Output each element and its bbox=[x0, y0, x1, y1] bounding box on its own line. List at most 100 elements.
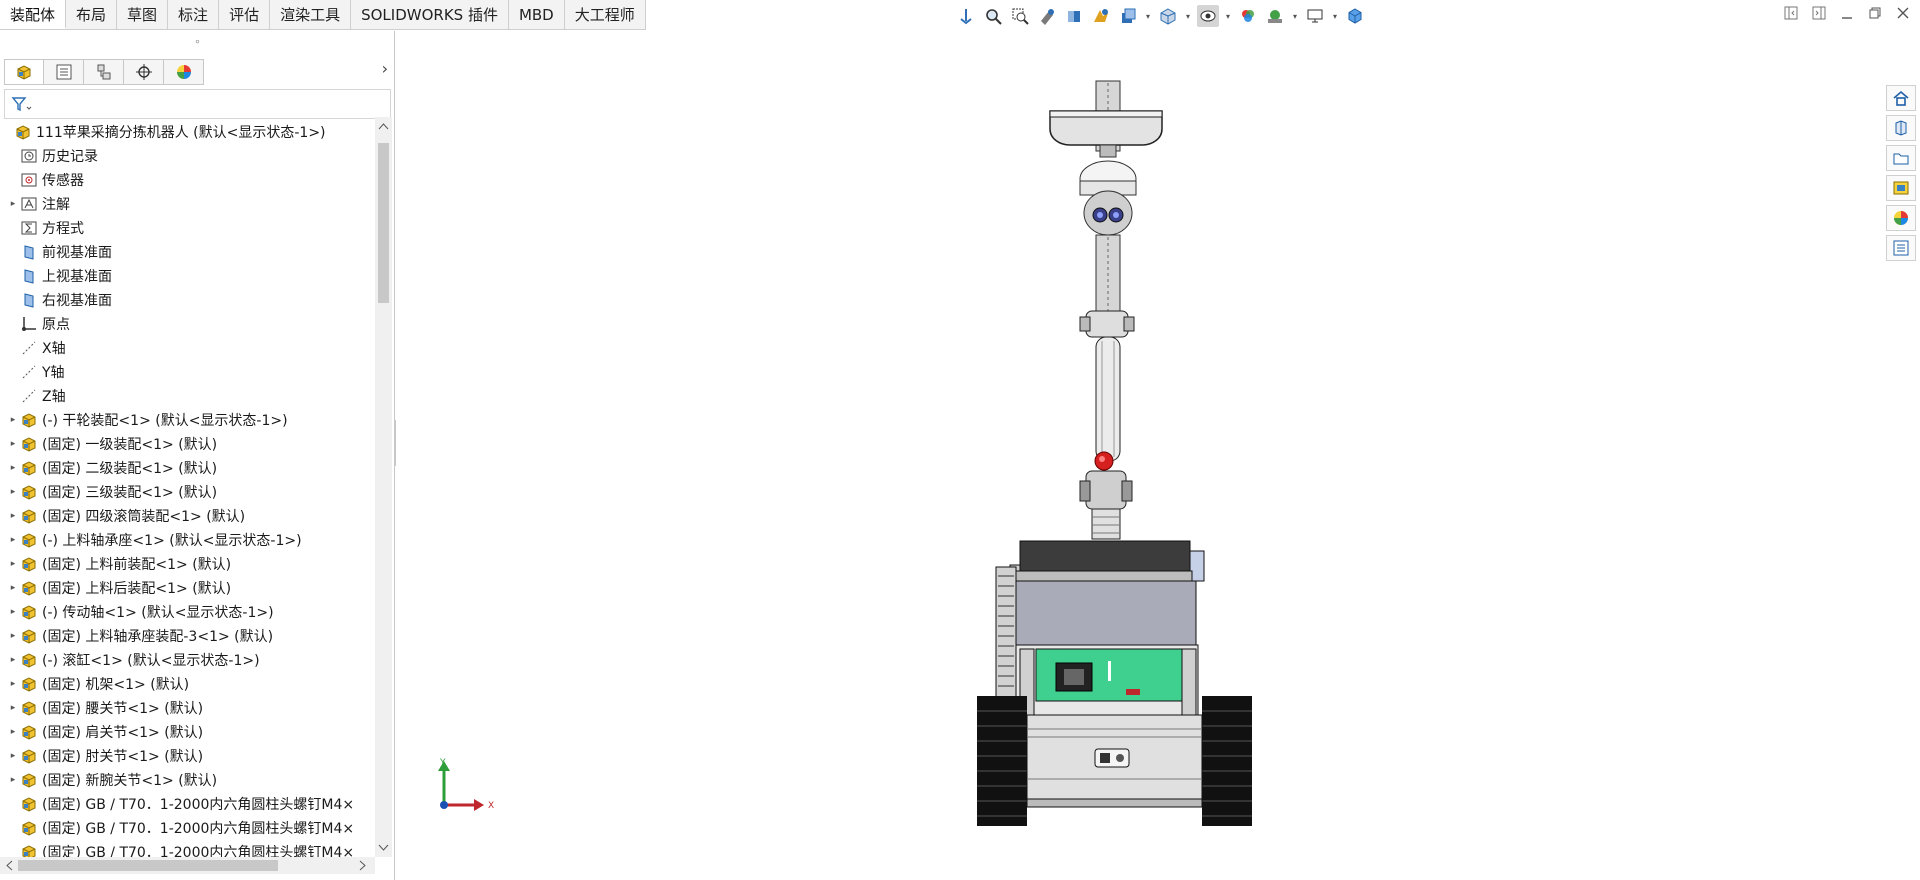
file-explorer-icon[interactable] bbox=[1886, 145, 1916, 171]
chevron-down-icon[interactable]: ▾ bbox=[1184, 12, 1192, 21]
expand-arrow-icon[interactable]: ▸ bbox=[6, 679, 20, 689]
chevron-right-icon[interactable]: › bbox=[382, 59, 388, 78]
tree-horizontal-scrollbar[interactable] bbox=[0, 857, 375, 874]
feature-tree-item[interactable]: ▸ (固定) 肩关节<1> (默认) bbox=[0, 720, 375, 744]
feature-tree-item[interactable]: ▸ (-) 干轮装配<1> (默认<显示状态-1>) bbox=[0, 408, 375, 432]
feature-tree-item[interactable]: ▸ (-) 滚缸<1> (默认<显示状态-1>) bbox=[0, 648, 375, 672]
previous-view-icon[interactable] bbox=[1036, 5, 1058, 27]
graphics-area[interactable]: Y X bbox=[396, 31, 1883, 880]
scrollbar-thumb[interactable] bbox=[18, 860, 278, 871]
feature-tree-item[interactable]: X轴 bbox=[0, 336, 375, 360]
feature-tree-item[interactable]: 111苹果采摘分拣机器人 (默认<显示状态-1>) bbox=[0, 120, 375, 144]
configuration-manager-tab[interactable] bbox=[84, 59, 124, 85]
chevron-down-icon[interactable]: ▾ bbox=[1224, 12, 1232, 21]
minimize-icon[interactable] bbox=[1840, 6, 1854, 20]
chevron-down-icon[interactable]: ▾ bbox=[1144, 12, 1152, 21]
view-orientation-dropdown-icon[interactable] bbox=[1117, 5, 1139, 27]
feature-tree-item[interactable]: ▸ (-) 上料轴承座<1> (默认<显示状态-1>) bbox=[0, 528, 375, 552]
ribbon-tab[interactable]: 标注 bbox=[168, 0, 220, 29]
chevron-down-icon[interactable]: ▾ bbox=[1291, 12, 1299, 21]
expand-arrow-icon[interactable]: ▸ bbox=[6, 727, 20, 737]
zoom-to-fit-icon[interactable] bbox=[982, 5, 1004, 27]
feature-tree-item[interactable]: ▸ (固定) 三级装配<1> (默认) bbox=[0, 480, 375, 504]
feature-tree-item[interactable]: ▸ (固定) 腰关节<1> (默认) bbox=[0, 696, 375, 720]
expand-arrow-icon[interactable]: ▸ bbox=[6, 703, 20, 713]
tree-vertical-scrollbar[interactable] bbox=[375, 117, 392, 857]
expand-arrow-icon[interactable]: ▸ bbox=[6, 583, 20, 593]
scroll-left-icon[interactable] bbox=[4, 860, 14, 871]
ribbon-tab[interactable]: 装配体 bbox=[0, 0, 67, 29]
display-style-icon[interactable] bbox=[1157, 5, 1179, 27]
feature-tree-item[interactable]: 原点 bbox=[0, 312, 375, 336]
ribbon-tab[interactable]: 评估 bbox=[219, 0, 271, 29]
dock-right-icon[interactable] bbox=[1812, 6, 1826, 20]
ribbon-tab[interactable]: 渲染工具 bbox=[270, 0, 352, 29]
feature-tree-item[interactable]: ▸ 注解 bbox=[0, 192, 375, 216]
home-icon[interactable] bbox=[1886, 85, 1916, 111]
expand-arrow-icon[interactable]: ▸ bbox=[6, 775, 20, 785]
view-settings-icon[interactable] bbox=[1304, 5, 1326, 27]
section-view-icon[interactable] bbox=[1063, 5, 1085, 27]
dynamic-annotation-icon[interactable] bbox=[1090, 5, 1112, 27]
expand-arrow-icon[interactable]: ▸ bbox=[6, 655, 20, 665]
zoom-area-icon[interactable] bbox=[1009, 5, 1031, 27]
feature-tree-item[interactable]: ▸ (固定) 一级装配<1> (默认) bbox=[0, 432, 375, 456]
close-icon[interactable] bbox=[1896, 6, 1910, 20]
feature-tree-item[interactable]: ▸ (固定) 上料后装配<1> (默认) bbox=[0, 576, 375, 600]
ribbon-tab[interactable]: 布局 bbox=[66, 0, 118, 29]
feature-tree-item[interactable]: 前视基准面 bbox=[0, 240, 375, 264]
expand-arrow-icon[interactable]: ▸ bbox=[6, 487, 20, 497]
chevron-down-icon[interactable]: ▾ bbox=[1331, 12, 1339, 21]
apply-scene-icon[interactable] bbox=[1264, 5, 1286, 27]
restore-icon[interactable] bbox=[1868, 6, 1882, 20]
feature-tree-item[interactable]: Y轴 bbox=[0, 360, 375, 384]
feature-tree-item[interactable]: ▸ (固定) 上料轴承座装配-3<1> (默认) bbox=[0, 624, 375, 648]
scroll-down-icon[interactable] bbox=[378, 843, 389, 853]
expand-arrow-icon[interactable]: ▸ bbox=[6, 559, 20, 569]
ribbon-tab[interactable]: MBD bbox=[509, 0, 565, 29]
display-manager-tab[interactable] bbox=[164, 59, 204, 85]
feature-tree-item[interactable]: (固定) GB / T70．1-2000内六角圆柱头螺钉M4× bbox=[0, 792, 375, 816]
hide-show-items-icon[interactable] bbox=[1197, 5, 1219, 27]
scroll-right-icon[interactable] bbox=[358, 860, 368, 871]
property-manager-tab[interactable] bbox=[44, 59, 84, 85]
feature-tree-item[interactable]: 方程式 bbox=[0, 216, 375, 240]
ribbon-tab[interactable]: 大工程师 bbox=[565, 0, 646, 29]
ribbon-tab[interactable]: 草图 bbox=[117, 0, 169, 29]
edit-appearance-icon[interactable] bbox=[1237, 5, 1259, 27]
expand-arrow-icon[interactable]: ▸ bbox=[6, 415, 20, 425]
feature-tree-item[interactable]: ▸ (固定) 新腕关节<1> (默认) bbox=[0, 768, 375, 792]
feature-tree-item[interactable]: 传感器 bbox=[0, 168, 375, 192]
feature-manager-tab[interactable] bbox=[4, 59, 44, 85]
expand-arrow-icon[interactable]: ▸ bbox=[6, 631, 20, 641]
feature-tree-item[interactable]: ▸ (固定) 机架<1> (默认) bbox=[0, 672, 375, 696]
view-palette-icon[interactable] bbox=[1886, 175, 1916, 201]
feature-tree-item[interactable]: 右视基准面 bbox=[0, 288, 375, 312]
expand-arrow-icon[interactable]: ▸ bbox=[6, 463, 20, 473]
ribbon-tab[interactable]: SOLIDWORKS 插件 bbox=[351, 0, 509, 29]
3d-view-cube-icon[interactable] bbox=[1344, 5, 1366, 27]
feature-tree-item[interactable]: ▸ (-) 传动轴<1> (默认<显示状态-1>) bbox=[0, 600, 375, 624]
appearances-icon[interactable] bbox=[1886, 205, 1916, 231]
feature-tree-item[interactable]: ▸ (固定) 肘关节<1> (默认) bbox=[0, 744, 375, 768]
dock-left-icon[interactable] bbox=[1784, 6, 1798, 20]
feature-tree-item[interactable]: ▸ (固定) 二级装配<1> (默认) bbox=[0, 456, 375, 480]
dimxpert-manager-tab[interactable] bbox=[124, 59, 164, 85]
feature-tree-item[interactable]: ▸ (固定) 上料前装配<1> (默认) bbox=[0, 552, 375, 576]
feature-tree-item[interactable]: 历史记录 bbox=[0, 144, 375, 168]
feature-tree-item[interactable]: (固定) GB / T70．1-2000内六角圆柱头螺钉M4× bbox=[0, 816, 375, 840]
tree-filter-input[interactable] bbox=[4, 89, 391, 119]
feature-tree-item[interactable]: 上视基准面 bbox=[0, 264, 375, 288]
custom-properties-icon[interactable] bbox=[1886, 235, 1916, 261]
expand-arrow-icon[interactable]: ▸ bbox=[6, 535, 20, 545]
scroll-up-icon[interactable] bbox=[378, 121, 389, 131]
panel-grip[interactable]: ∘ bbox=[0, 31, 395, 53]
design-library-icon[interactable] bbox=[1886, 115, 1916, 141]
expand-arrow-icon[interactable]: ▸ bbox=[6, 511, 20, 521]
scrollbar-thumb[interactable] bbox=[378, 143, 389, 303]
robot-model[interactable] bbox=[396, 31, 1883, 880]
feature-tree-item[interactable]: ▸ (固定) 四级滚筒装配<1> (默认) bbox=[0, 504, 375, 528]
expand-arrow-icon[interactable]: ▸ bbox=[6, 751, 20, 761]
expand-arrow-icon[interactable]: ▸ bbox=[6, 199, 20, 209]
feature-tree-item[interactable]: Z轴 bbox=[0, 384, 375, 408]
